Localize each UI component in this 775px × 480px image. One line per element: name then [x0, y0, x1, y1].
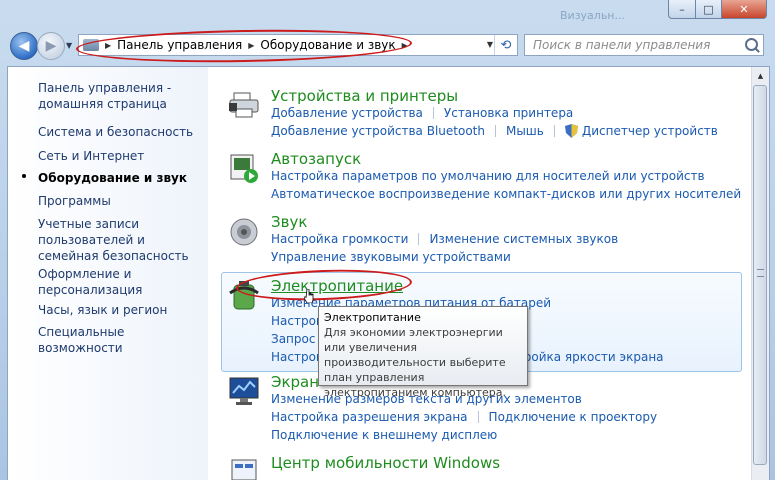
category-title[interactable]: Устройства и принтеры: [271, 87, 458, 105]
link-power-plan[interactable]: Настрой: [271, 350, 324, 364]
close-button[interactable]: ✕: [722, 0, 767, 19]
mobility-icon: [231, 459, 257, 480]
category-devices-printers: Устройства и принтеры Добавление устройс…: [222, 87, 742, 147]
left-link-home[interactable]: Панель управления - домашняя страница: [38, 80, 208, 112]
link-resolution[interactable]: Настройка разрешения экрана: [271, 410, 468, 424]
link-add-device[interactable]: Добавление устройства: [271, 106, 423, 120]
left-navigation-pane: Панель управления - домашняя страница Си…: [8, 67, 208, 480]
link-separator: [494, 125, 496, 137]
link-autoplay-defaults[interactable]: Настройка параметров по умолчанию для но…: [271, 169, 705, 183]
link-device-manager[interactable]: Диспетчер устройств: [582, 124, 718, 138]
autoplay-icon: [230, 154, 258, 183]
forward-button[interactable]: ▶: [37, 32, 65, 60]
scroll-up-arrow-icon[interactable]: ▲: [752, 67, 769, 84]
category-sound: Звук Настройка громкости Изменение систе…: [222, 213, 742, 273]
address-dropdown-icon[interactable]: ▼: [487, 40, 493, 49]
link-external-display[interactable]: Подключение к внешнему дисплею: [271, 428, 497, 442]
scrollbar-thumb[interactable]: [753, 85, 767, 465]
tooltip: Электропитание Для экономии электроэнерг…: [318, 306, 528, 399]
minimize-button[interactable]: –: [668, 0, 696, 19]
link-power-configure[interactable]: Настрой: [271, 314, 324, 328]
scrollbar-grip: [757, 269, 764, 277]
category-links: Автоматическое воспроизведение компакт-д…: [271, 187, 741, 201]
printer-icon: [229, 92, 259, 118]
left-link-programs[interactable]: Программы: [38, 193, 111, 209]
recent-pages-dropdown-icon[interactable]: ▼: [66, 41, 72, 50]
category-title[interactable]: Экран: [271, 373, 319, 391]
search-icon[interactable]: [745, 38, 758, 51]
category-title[interactable]: Звук: [271, 213, 307, 231]
hand-cursor-icon: [304, 289, 314, 303]
link-volume[interactable]: Настройка громкости: [271, 232, 408, 246]
active-bullet: [22, 174, 26, 178]
category-links: Настройка параметров по умолчанию для но…: [271, 169, 705, 183]
caption-buttons: – □ ✕: [668, 0, 767, 20]
link-autoplay-cd[interactable]: Автоматическое воспроизведение компакт-д…: [271, 187, 741, 201]
explorer-window: Визуальн... – □ ✕ ◀ ▶ ▼ ▶ Панель управле…: [0, 0, 775, 480]
category-links: Настройка разрешения экрана Подключение …: [271, 410, 657, 424]
category-links: Подключение к внешнему дисплею: [271, 428, 497, 442]
left-link-system-security[interactable]: Система и безопасность: [38, 124, 193, 140]
link-brightness[interactable]: ройка яркости экрана: [524, 350, 664, 364]
left-link-accessibility[interactable]: Специальные возможности: [38, 324, 208, 356]
category-links: Настройка громкости Изменение системных …: [271, 232, 618, 246]
category-links: Добавление устройства Bluetooth Мышь Дис…: [271, 124, 718, 138]
left-link-clock-region[interactable]: Часы, язык и регион: [38, 302, 167, 318]
search-input[interactable]: Поиск в панели управления: [524, 34, 764, 56]
category-links: Управление звуковыми устройствами: [271, 250, 511, 264]
link-sound-devices[interactable]: Управление звуковыми устройствами: [271, 250, 511, 264]
search-placeholder: Поиск в панели управления: [533, 38, 711, 52]
left-link-network[interactable]: Сеть и Интернет: [38, 148, 144, 164]
link-separator: [418, 233, 420, 245]
monitor-icon: [229, 377, 259, 405]
speaker-icon: [230, 218, 258, 246]
category-links: Настрой: [271, 314, 324, 328]
shield-icon: [564, 124, 578, 138]
tooltip-body: Для экономии электроэнергии или увеличен…: [324, 326, 506, 399]
back-button[interactable]: ◀: [10, 32, 38, 60]
link-add-bluetooth[interactable]: Добавление устройства Bluetooth: [271, 124, 485, 138]
link-separator: [432, 107, 434, 119]
link-separator: [553, 125, 555, 137]
category-mobility-center: Центр мобильности Windows: [222, 454, 742, 480]
refresh-icon[interactable]: ⟲: [494, 35, 517, 55]
link-mouse[interactable]: Мышь: [506, 124, 544, 138]
left-link-appearance[interactable]: Оформление и персонализация: [38, 266, 158, 298]
category-links: Добавление устройства Установка принтера: [271, 106, 573, 120]
link-install-printer[interactable]: Установка принтера: [444, 106, 573, 120]
left-link-hardware-sound[interactable]: Оборудование и звук: [38, 170, 187, 186]
vertical-scrollbar[interactable]: ▲: [751, 67, 769, 480]
category-title[interactable]: Автозапуск: [271, 150, 361, 168]
link-system-sounds[interactable]: Изменение системных звуков: [429, 232, 618, 246]
maximize-button[interactable]: □: [696, 0, 722, 19]
left-link-user-accounts[interactable]: Учетные записи пользователей и семейная …: [38, 216, 203, 264]
link-projector[interactable]: Подключение к проектору: [489, 410, 658, 424]
tooltip-title: Электропитание: [324, 311, 421, 324]
category-autoplay: Автозапуск Настройка параметров по умолч…: [222, 150, 742, 210]
window-title: Визуальн...: [560, 9, 625, 22]
link-separator: [477, 411, 479, 423]
category-title[interactable]: Центр мобильности Windows: [271, 454, 500, 472]
